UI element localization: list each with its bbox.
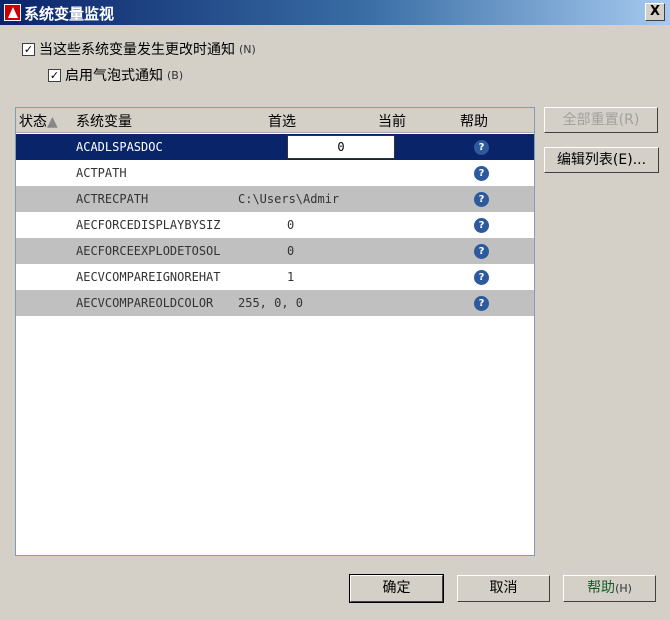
table-row[interactable]: ACTRECPATH C:\Users\Admir ?: [16, 186, 534, 212]
table-row[interactable]: AECFORCEDISPLAYBYSIZ 0 ?: [16, 212, 534, 238]
help-question-icon[interactable]: ?: [474, 296, 489, 311]
variable-name: AECVCOMPAREIGNOREHAT: [76, 270, 221, 284]
column-variable[interactable]: 系统变量: [76, 111, 132, 131]
help-question-icon[interactable]: ?: [474, 270, 489, 285]
variable-name: ACADLSPASDOC: [76, 140, 163, 154]
preferred-value: 255, 0, 0: [238, 296, 304, 310]
accelerator-label: (H): [615, 582, 632, 595]
help-question-icon[interactable]: ?: [474, 140, 489, 155]
accelerator-label: (B): [167, 68, 184, 82]
variable-name: ACTRECPATH: [76, 192, 149, 206]
edit-list-button[interactable]: 编辑列表(E)...: [544, 147, 659, 173]
preferred-value: 1: [287, 270, 295, 284]
notify-on-change-checkbox[interactable]: ✓ 当这些系统变量发生更改时通知 (N): [22, 39, 256, 59]
variable-name: AECFORCEEXPLODETOSOL: [76, 244, 221, 258]
accelerator-label: (N): [239, 42, 256, 56]
status-header-label: 状态: [19, 114, 47, 130]
notify-on-change-label: 当这些系统变量发生更改时通知: [39, 42, 235, 58]
column-current[interactable]: 当前: [378, 111, 406, 131]
table-row[interactable]: ACTPATH ?: [16, 160, 534, 186]
help-question-icon[interactable]: ?: [474, 192, 489, 207]
checkmark-icon[interactable]: ✓: [22, 42, 35, 56]
help-button[interactable]: 帮助(H): [563, 575, 656, 602]
variable-name: AECFORCEDISPLAYBYSIZ: [76, 218, 221, 232]
preferred-value: C:\Users\Admir: [238, 192, 340, 206]
help-question-icon[interactable]: ?: [474, 218, 489, 233]
preferred-value: 0: [287, 218, 295, 232]
window-title: 系统变量监视: [24, 5, 115, 23]
variable-name: AECVCOMPAREOLDCOLOR: [76, 296, 214, 310]
table-row[interactable]: AECVCOMPAREOLDCOLOR 255, 0, 0 ?: [16, 290, 534, 316]
title-bar: 系统变量监视 X: [0, 0, 670, 25]
table-row[interactable]: AECFORCEEXPLODETOSOL 0 ?: [16, 238, 534, 264]
balloon-notification-checkbox[interactable]: ✓ 启用气泡式通知 (B): [48, 65, 183, 85]
preferred-value: 0: [287, 244, 295, 258]
balloon-notification-label: 启用气泡式通知: [65, 68, 163, 84]
help-question-icon[interactable]: ?: [474, 244, 489, 259]
help-button-label: 帮助: [587, 580, 616, 596]
column-preferred[interactable]: 首选: [268, 111, 296, 131]
cancel-button[interactable]: 取消: [457, 575, 550, 602]
ok-button[interactable]: 确定: [349, 574, 444, 603]
column-status[interactable]: 状态▲: [19, 111, 58, 131]
table-row[interactable]: AECVCOMPAREIGNOREHAT 1 ?: [16, 264, 534, 290]
autocad-app-icon: [4, 4, 21, 21]
preferred-value[interactable]: 0: [287, 135, 395, 159]
table-row[interactable]: ACADLSPASDOC 0 ?: [16, 134, 534, 160]
help-question-icon[interactable]: ?: [474, 166, 489, 181]
column-help[interactable]: 帮助: [460, 111, 488, 131]
list-header: 状态▲ 系统变量 首选 当前 帮助: [16, 108, 534, 133]
checkmark-icon[interactable]: ✓: [48, 68, 61, 82]
sort-ascending-icon: ▲: [47, 114, 58, 130]
reset-all-button[interactable]: 全部重置(R): [544, 107, 658, 133]
variable-name: ACTPATH: [76, 166, 127, 180]
system-variable-list[interactable]: 状态▲ 系统变量 首选 当前 帮助 ACADLSPASDOC 0 ? ACTPAT…: [15, 107, 535, 556]
close-button[interactable]: X: [645, 3, 665, 21]
